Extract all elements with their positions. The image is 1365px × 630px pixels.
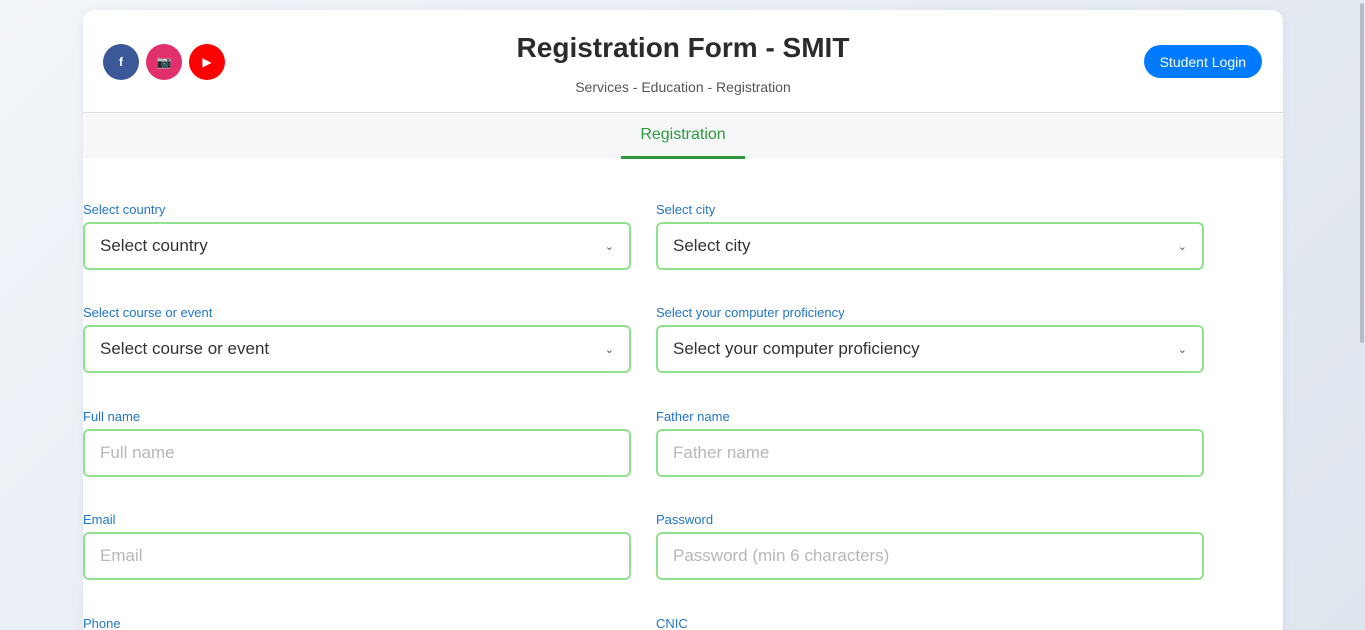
chevron-down-icon: ⌄ [604,240,614,253]
chevron-down-icon: ⌄ [1177,240,1187,253]
cnic-label: CNIC [656,616,688,630]
city-select-value: Select city [673,236,751,255]
course-field: Select course or event Select course or … [83,305,631,373]
full-name-label: Full name [83,409,141,424]
tab-registration[interactable]: Registration [621,113,745,159]
course-select[interactable]: Select course or event ⌄ [83,325,631,373]
father-name-label: Father name [656,409,730,424]
student-login-button[interactable]: Student Login [1143,45,1262,78]
proficiency-select-value: Select your computer proficiency [673,339,920,358]
country-field: Select country Select country ⌄ [83,202,631,270]
proficiency-select[interactable]: Select your computer proficiency ⌄ [656,325,1204,373]
city-label: Select city [656,202,716,217]
country-select-value: Select country [100,236,208,255]
father-name-input[interactable] [656,429,1204,477]
chevron-down-icon: ⌄ [1177,343,1187,356]
proficiency-field: Select your computer proficiency Select … [656,305,1204,373]
password-field: Password [656,512,1204,580]
full-name-input[interactable] [83,429,631,477]
scrollbar-thumb[interactable] [1360,3,1364,343]
password-input[interactable] [656,532,1204,580]
page-title: Registration Form - SMIT [516,32,850,63]
course-select-value: Select course or event [100,339,270,358]
email-field: Email [83,512,631,580]
phone-label: Phone [83,616,121,630]
country-label: Select country [83,202,166,217]
course-label: Select course or event [83,305,213,320]
breadcrumb: Services - Education - Registration [575,79,791,95]
email-label: Email [83,512,116,527]
password-label: Password [656,512,714,527]
email-input[interactable] [83,532,631,580]
tab-bar: Registration [83,113,1283,159]
proficiency-label: Select your computer proficiency [656,305,845,320]
city-select[interactable]: Select city ⌄ [656,222,1204,270]
header: f 📷 ▶ Registration Form - SMIT Services … [83,10,1283,113]
father-name-field: Father name [656,409,1204,477]
phone-field: Phone [83,616,631,630]
country-select[interactable]: Select country ⌄ [83,222,631,270]
page-scrollbar[interactable] [1357,0,1365,630]
city-field: Select city Select city ⌄ [656,202,1204,270]
cnic-field: CNIC [656,616,1204,630]
full-name-field: Full name [83,409,631,477]
chevron-down-icon: ⌄ [604,343,614,356]
